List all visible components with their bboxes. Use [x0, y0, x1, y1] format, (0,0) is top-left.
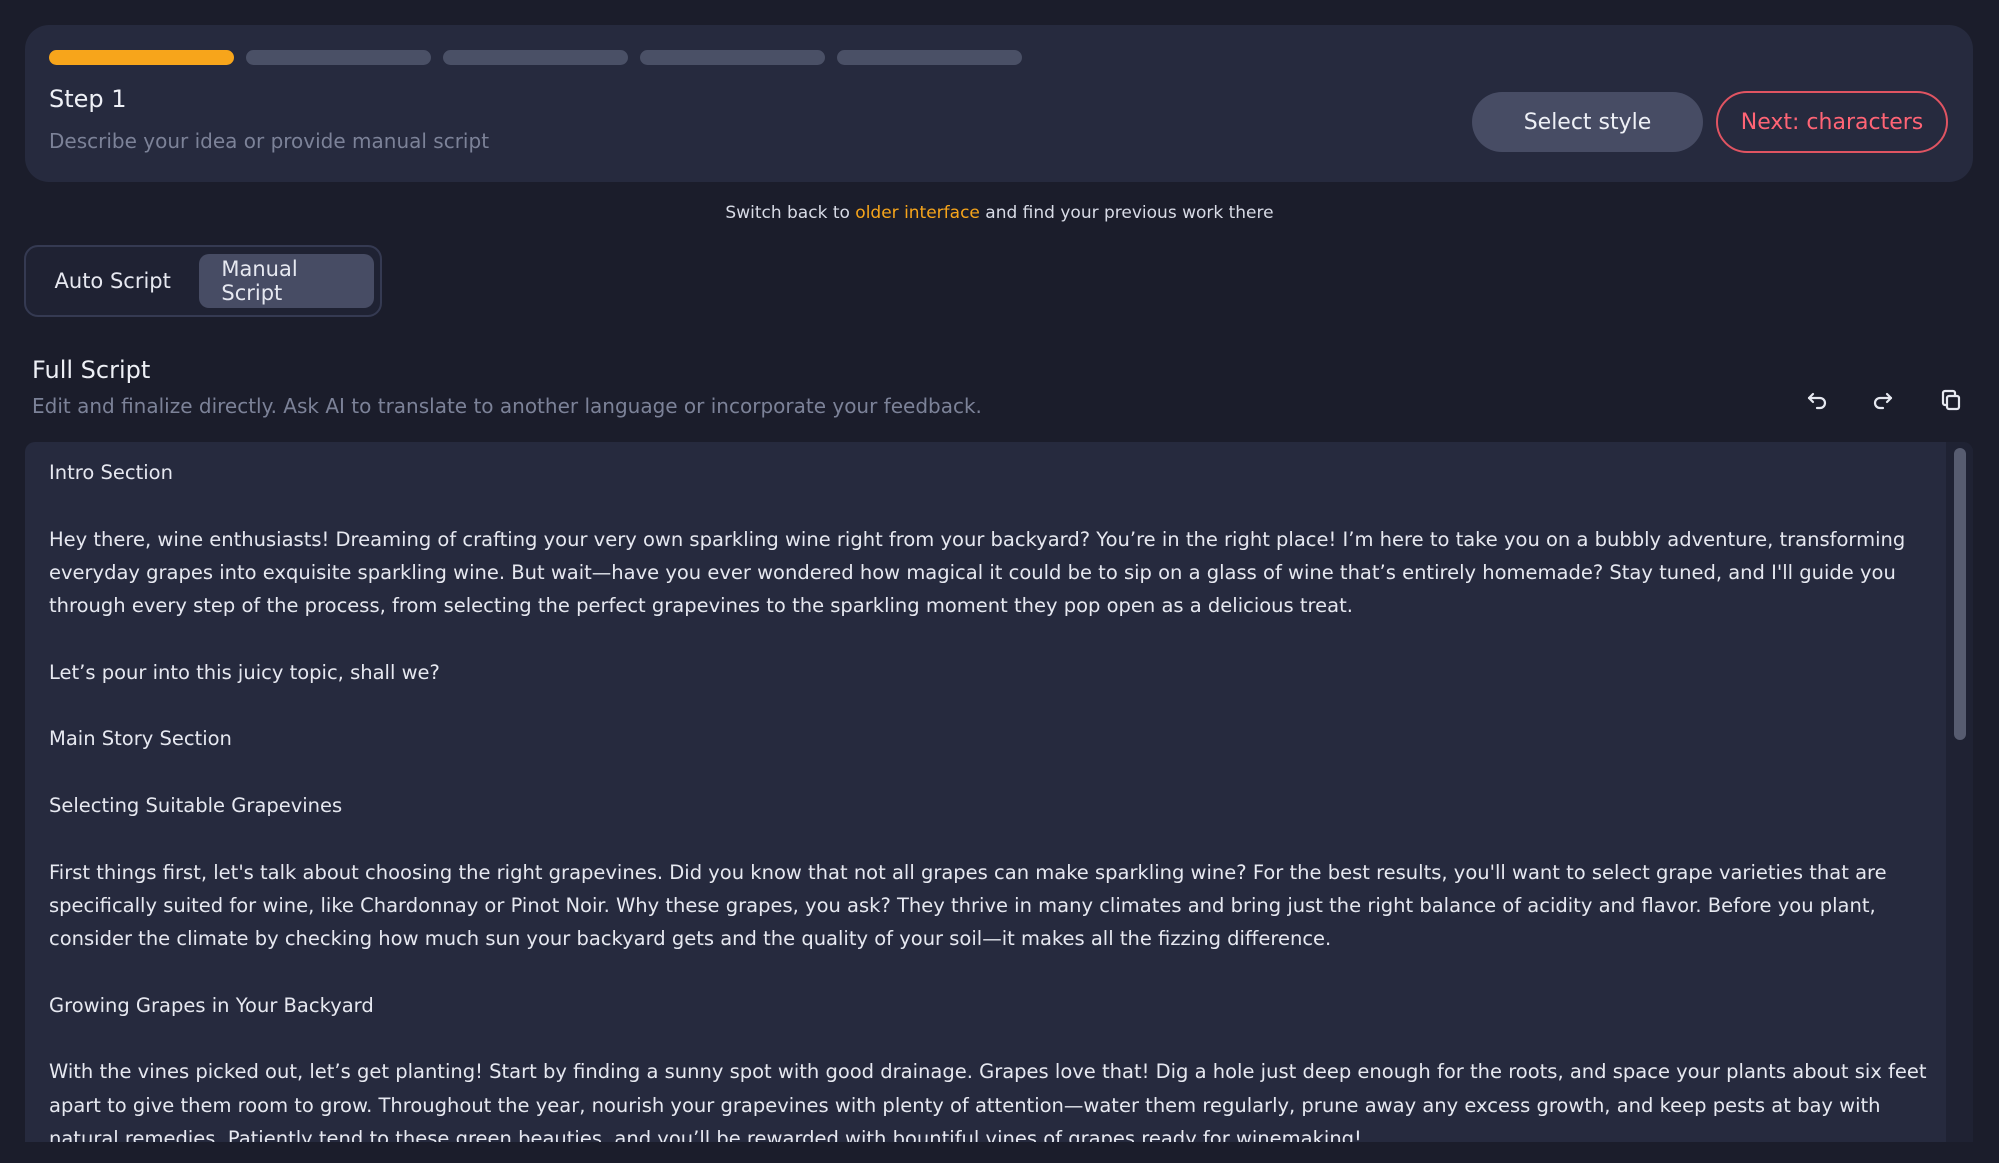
- tab-manual-script[interactable]: Manual Script: [199, 254, 374, 308]
- step-title: Step 1: [49, 85, 127, 113]
- script-paragraph: Main Story Section: [49, 727, 232, 751]
- full-script-subtitle: Edit and finalize directly. Ask AI to tr…: [32, 394, 982, 418]
- script-editor[interactable]: Intro Section Hey there, wine enthusiast…: [25, 442, 1973, 1142]
- scrollbar-thumb[interactable]: [1954, 448, 1966, 740]
- script-paragraph: Growing Grapes in Your Backyard: [49, 993, 374, 1017]
- redo-icon[interactable]: [1868, 385, 1898, 415]
- notice-prefix: Switch back to: [725, 203, 850, 223]
- full-script-title: Full Script: [32, 356, 151, 384]
- script-paragraph: Selecting Suitable Grapevines: [49, 793, 343, 817]
- progress-segment-3: [443, 50, 628, 65]
- progress-segment-1: [49, 50, 234, 65]
- script-content[interactable]: Intro Section Hey there, wine enthusiast…: [49, 456, 1939, 1142]
- notice-suffix: and find your previous work there: [985, 203, 1274, 223]
- interface-switch-notice: Switch back to older interface and find …: [0, 203, 1999, 223]
- progress-segment-4: [640, 50, 825, 65]
- step-subtitle: Describe your idea or provide manual scr…: [49, 129, 490, 153]
- next-characters-button[interactable]: Next: characters: [1716, 91, 1948, 153]
- older-interface-link[interactable]: older interface: [855, 203, 980, 223]
- script-scrollbar[interactable]: [1946, 442, 1973, 1142]
- script-paragraph: With the vines picked out, let’s get pla…: [49, 1060, 1927, 1142]
- script-paragraph: Let’s pour into this juicy topic, shall …: [49, 660, 440, 684]
- progress-segment-5: [837, 50, 1022, 65]
- copy-icon[interactable]: [1936, 385, 1966, 415]
- script-paragraph: First things first, let's talk about cho…: [49, 860, 1887, 951]
- select-style-button[interactable]: Select style: [1472, 92, 1703, 152]
- step-progress-bar: [49, 50, 1022, 65]
- progress-segment-2: [246, 50, 431, 65]
- script-paragraph: Intro Section: [49, 461, 173, 484]
- script-mode-toggle: Auto Script Manual Script: [24, 245, 382, 317]
- undo-icon[interactable]: [1802, 385, 1832, 415]
- script-paragraph: Hey there, wine enthusiasts! Dreaming of…: [49, 527, 1906, 618]
- step-header-card: Step 1 Describe your idea or provide man…: [25, 25, 1973, 182]
- tab-auto-script[interactable]: Auto Script: [32, 254, 193, 308]
